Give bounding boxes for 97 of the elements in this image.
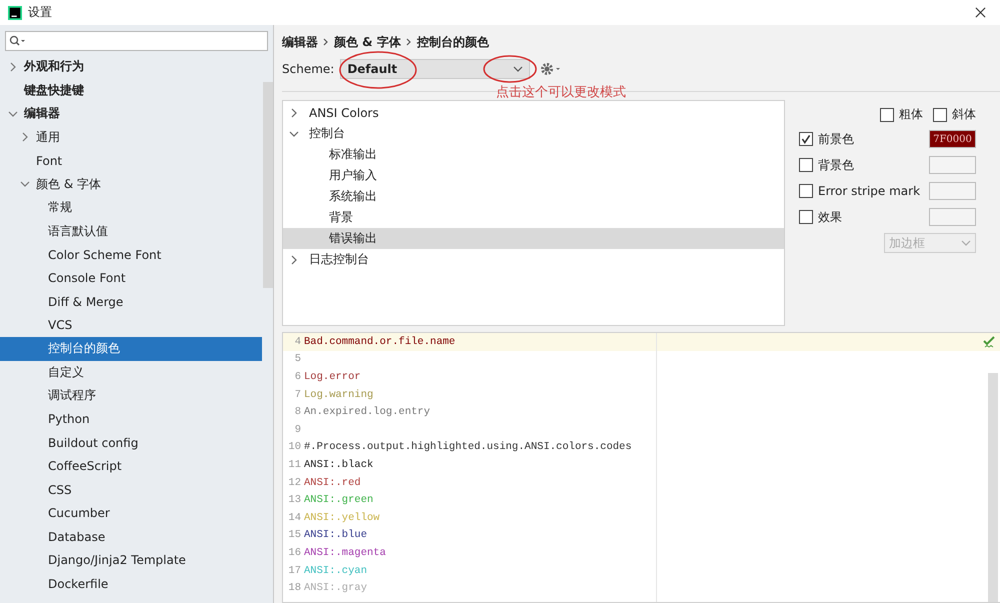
- line-number: 16: [287, 546, 302, 559]
- checkbox[interactable]: 斜体: [933, 106, 976, 123]
- sidebar-item[interactable]: 调试程序: [0, 384, 262, 408]
- line-number: 11: [287, 458, 302, 471]
- sidebar-item[interactable]: 常规: [0, 196, 262, 220]
- code-line: ANSI:.magenta: [304, 546, 386, 559]
- chevron-down-icon: [961, 240, 971, 246]
- sidebar-item[interactable]: 控制台的颜色: [0, 337, 262, 360]
- line-number: 8: [294, 406, 302, 418]
- sidebar-item[interactable]: 自定义: [0, 360, 262, 384]
- code-line: An.expired.log.entry: [304, 406, 430, 418]
- sidebar-item[interactable]: 颜色 & 字体: [0, 172, 262, 196]
- sidebar-item[interactable]: Python: [0, 408, 262, 431]
- line-number: 13: [287, 494, 302, 506]
- code-line: ANSI:.yellow: [304, 512, 380, 524]
- sidebar-item[interactable]: VCS: [0, 314, 262, 337]
- breadcrumb-item: 编辑器: [282, 34, 318, 50]
- sidebar-item[interactable]: 通用: [0, 126, 262, 149]
- checkbox[interactable]: Error stripe mark: [799, 184, 920, 198]
- check-icon: [983, 336, 995, 348]
- search-field[interactable]: [5, 31, 268, 51]
- breadcrumb-item: 控制台的颜色: [416, 34, 489, 50]
- code-line: ANSI:.green: [304, 494, 374, 506]
- scrollbar[interactable]: [988, 373, 998, 602]
- category-item[interactable]: 控制台: [283, 123, 784, 144]
- scheme-dropdown[interactable]: Default: [340, 59, 530, 79]
- color-swatch[interactable]: [929, 182, 976, 200]
- app-icon: [8, 6, 22, 20]
- line-number: 18: [287, 582, 302, 594]
- window-title: 设置: [28, 4, 52, 21]
- category-item[interactable]: 日志控制台: [283, 249, 784, 270]
- line-number: 7: [294, 388, 302, 401]
- line-number: 15: [287, 529, 302, 542]
- code-line: ANSI:.blue: [304, 529, 368, 542]
- sidebar-item[interactable]: Color Scheme Font: [0, 243, 262, 266]
- category-item[interactable]: 背景: [283, 207, 784, 228]
- category-item[interactable]: 系统输出: [283, 186, 784, 207]
- chevron-down-icon[interactable]: [20, 179, 30, 190]
- breadcrumb-item: 颜色 & 字体: [334, 34, 401, 50]
- code-line: ANSI:.cyan: [304, 564, 368, 577]
- annotation-ellipse: [482, 54, 538, 84]
- category-item[interactable]: 错误输出: [283, 228, 784, 249]
- close-icon[interactable]: [975, 7, 986, 18]
- color-swatch[interactable]: 7F0000: [929, 130, 976, 148]
- sidebar-item[interactable]: Console Font: [0, 266, 262, 290]
- code-line: Log.error: [304, 370, 361, 383]
- color-swatch[interactable]: [929, 156, 976, 174]
- sidebar-item[interactable]: Diff & Merge: [0, 290, 262, 314]
- category-item[interactable]: 标准输出: [283, 144, 784, 165]
- search-icon: [9, 35, 27, 47]
- line-number: 17: [287, 564, 302, 577]
- chevron-right-icon[interactable]: [8, 62, 18, 72]
- code-line: ANSI:.red: [304, 476, 361, 489]
- checkbox[interactable]: 背景色: [799, 156, 854, 174]
- category-item[interactable]: ANSI Colors: [283, 102, 784, 123]
- code-line: Bad.command.or.file.name: [304, 336, 456, 348]
- sidebar-item[interactable]: Font: [0, 149, 262, 172]
- chevron-right-icon[interactable]: [20, 132, 30, 142]
- sidebar-item[interactable]: Dockerfile: [0, 572, 262, 596]
- settings-icon[interactable]: [540, 62, 562, 76]
- line-number: 12: [287, 476, 302, 489]
- sidebar-item[interactable]: 外观和行为: [0, 55, 262, 78]
- chevron-right-icon: [323, 37, 329, 47]
- line-number: 10: [287, 441, 302, 454]
- sidebar-item[interactable]: CoffeeScript: [0, 454, 262, 478]
- checkbox[interactable]: 效果: [799, 208, 842, 226]
- scheme-label: Scheme:: [282, 62, 334, 76]
- color-swatch[interactable]: [929, 208, 976, 226]
- code-line: #.Process.output.highlighted.using.ANSI.colors.codes: [304, 441, 632, 454]
- sidebar-item[interactable]: Database: [0, 525, 262, 548]
- sidebar-item[interactable]: Buildout config: [0, 431, 262, 454]
- checkbox[interactable]: 粗体: [880, 106, 923, 123]
- check-icon: [800, 133, 812, 145]
- line-number: 4: [294, 336, 302, 348]
- sidebar-item[interactable]: 语言默认值: [0, 220, 262, 243]
- sidebar-item[interactable]: 编辑器: [0, 102, 262, 126]
- line-number: 14: [287, 512, 302, 524]
- chevron-down-icon: [513, 66, 524, 72]
- line-number: 6: [294, 370, 302, 383]
- category-item[interactable]: 用户输入: [283, 165, 784, 186]
- annotation-text: 点击这个可以更改模式: [496, 84, 626, 101]
- line-number: 9: [294, 424, 302, 436]
- sidebar-item[interactable]: Django/Jinja2 Template: [0, 548, 262, 572]
- checkbox[interactable]: 前景色: [799, 130, 854, 148]
- chevron-right-icon[interactable]: [289, 108, 299, 118]
- scrollbar[interactable]: [263, 82, 273, 288]
- chevron-down-icon[interactable]: [8, 108, 18, 119]
- code-line: ANSI:.gray: [304, 582, 368, 594]
- chevron-right-icon[interactable]: [289, 254, 299, 264]
- code-line: ANSI:.black: [304, 458, 374, 471]
- sidebar-item[interactable]: CSS: [0, 478, 262, 502]
- code-line: Log.warning: [304, 388, 374, 401]
- sidebar-item[interactable]: 键盘快捷键: [0, 78, 262, 102]
- chevron-right-icon: [406, 37, 412, 47]
- sidebar-item[interactable]: Cucumber: [0, 502, 262, 525]
- chevron-down-icon[interactable]: [289, 128, 299, 138]
- line-number: 5: [294, 353, 302, 366]
